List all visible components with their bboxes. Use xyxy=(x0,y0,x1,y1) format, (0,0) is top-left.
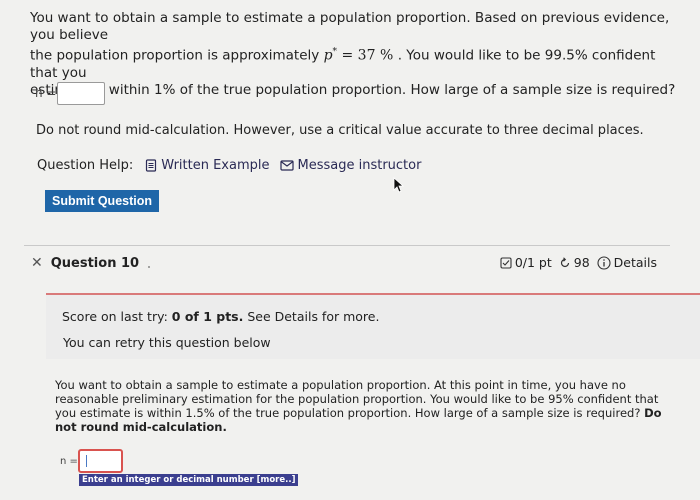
question-help-label: Question Help: xyxy=(37,158,134,173)
instruction-text: Do not round mid-calculation. However, u… xyxy=(36,123,644,138)
submit-question-button[interactable]: Submit Question xyxy=(45,190,159,212)
score-suffix: See Details for more. xyxy=(243,309,380,324)
message-instructor-label: Message instructor xyxy=(297,158,422,173)
retries-count: 98 xyxy=(573,255,590,270)
score-last-try: Score on last try: 0 of 1 pts. See Detai… xyxy=(62,309,379,324)
answer-input[interactable] xyxy=(57,82,105,105)
written-example-label: Written Example xyxy=(161,158,270,173)
score-prefix: Score on last try: xyxy=(62,309,172,324)
checkbox-icon xyxy=(500,256,512,269)
retry-text: You can retry this question below xyxy=(63,335,271,350)
question-9-line-3: estimate is within 1% of the true popula… xyxy=(30,81,676,98)
score-value: 0 of 1 pts. xyxy=(171,309,244,324)
question-10-title: Question 10 xyxy=(50,255,140,271)
text-caret xyxy=(86,455,87,467)
question-9-line-2-start: the population proportion is approximate… xyxy=(30,47,324,64)
message-instructor-link[interactable]: Message instructor xyxy=(279,158,422,173)
info-icon xyxy=(597,255,611,270)
answer-input-2[interactable] xyxy=(78,449,123,473)
retries-meta: 98 xyxy=(559,255,590,270)
dot-mark xyxy=(148,266,150,268)
retry-icon xyxy=(560,256,569,267)
question-10-header[interactable]: ✕ Question 10 0/1 pt 98 Details xyxy=(31,253,671,273)
score-meta-text: 0/1 pt xyxy=(514,255,552,270)
incorrect-x-icon: ✕ xyxy=(31,255,43,271)
question-9-line-1: You want to obtain a sample to estimate … xyxy=(30,10,670,43)
question-9-text: You want to obtain a sample to estimate … xyxy=(30,10,680,99)
details-link[interactable]: Details xyxy=(597,255,657,270)
question-divider xyxy=(24,245,670,246)
n-label-2: n = xyxy=(60,456,78,467)
input-hint[interactable]: Enter an integer or decimal number [more… xyxy=(79,474,299,486)
p-symbol: p xyxy=(323,47,333,64)
question-help-row: Question Help: Written Example Message i… xyxy=(37,158,431,173)
details-label: Details xyxy=(613,255,657,270)
envelope-icon xyxy=(279,160,294,171)
written-example-link[interactable]: Written Example xyxy=(145,158,270,173)
mouse-cursor-icon xyxy=(393,177,405,193)
document-icon xyxy=(146,159,157,172)
question-10-text: You want to obtain a sample to estimate … xyxy=(55,378,665,434)
question-10-body: You want to obtain a sample to estimate … xyxy=(55,378,659,420)
p-value: = 37 % xyxy=(337,47,398,64)
n-label: n = xyxy=(35,86,57,100)
question-9-line-2: the population proportion is approximate… xyxy=(30,44,680,82)
question-10-meta: 0/1 pt 98 Details xyxy=(493,255,657,270)
score-meta: 0/1 pt xyxy=(500,255,552,270)
